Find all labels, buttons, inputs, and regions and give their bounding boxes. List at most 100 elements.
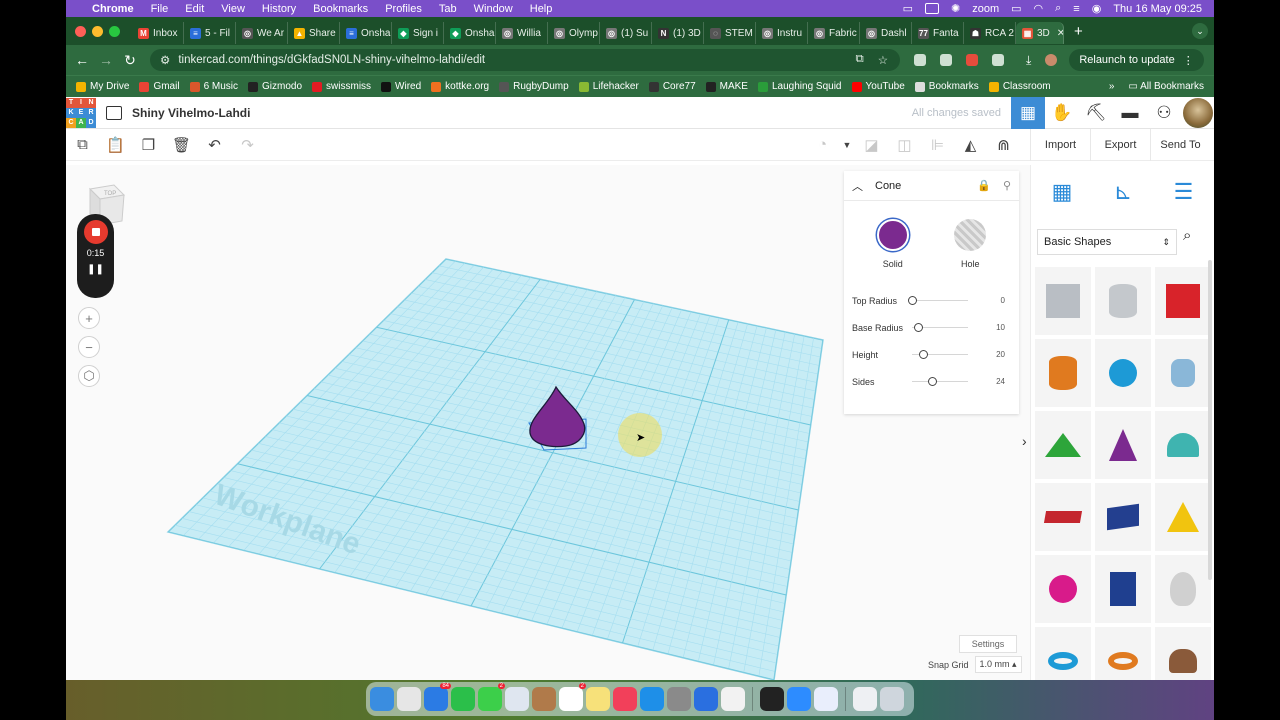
shape-box[interactable] [1155, 267, 1211, 335]
send-to-button[interactable]: Send To [1150, 128, 1210, 161]
bookmark-item[interactable]: My Drive [76, 81, 129, 92]
zoom-status[interactable]: zoom [972, 3, 999, 15]
light-icon[interactable]: ⚲ [1003, 179, 1011, 192]
menu-edit[interactable]: Edit [185, 3, 204, 15]
simlab-icon[interactable]: ▬ [1113, 97, 1147, 129]
window-icon[interactable] [924, 3, 939, 14]
shape-half-sphere[interactable] [1035, 555, 1091, 623]
tab-8[interactable]: ◎ Olymp [548, 22, 600, 44]
notes-icon[interactable]: ☰ [1174, 179, 1194, 205]
hole-option[interactable]: Hole [954, 219, 987, 269]
bookmark-item[interactable]: Classroom [988, 81, 1051, 92]
param-value[interactable]: 10 [996, 323, 1005, 332]
menu-file[interactable]: File [151, 3, 169, 15]
shape-heart[interactable] [1155, 627, 1211, 680]
bookmark-item[interactable]: swissmiss [312, 81, 371, 92]
menu-bookmarks[interactable]: Bookmarks [313, 3, 368, 15]
shape-scribble[interactable] [1155, 339, 1211, 407]
tab-6[interactable]: ◆ Onsha [444, 22, 496, 44]
param-value[interactable]: 20 [996, 350, 1005, 359]
tab-9[interactable]: ◎ (1) Su [600, 22, 652, 44]
zoom-in-button[interactable]: + [78, 307, 100, 329]
menu-view[interactable]: View [221, 3, 245, 15]
slider-knob[interactable] [927, 377, 937, 386]
finder-icon[interactable] [370, 687, 394, 711]
copy-icon[interactable]: ⧉ [66, 129, 99, 161]
menu-window[interactable]: Window [474, 3, 513, 15]
clock[interactable]: Thu 16 May 09:25 [1113, 3, 1202, 15]
site-info-icon[interactable]: ⚙ [160, 53, 170, 67]
trash-icon[interactable] [880, 687, 904, 711]
duplicate-icon[interactable]: ❐ [132, 129, 165, 161]
calendar-icon[interactable]: 2 [559, 683, 586, 711]
solid-option[interactable]: Solid [876, 219, 909, 269]
shape-pyramid[interactable] [1155, 483, 1211, 551]
shape-wedge[interactable] [1095, 483, 1151, 551]
back-icon[interactable]: ← [70, 52, 94, 68]
relaunch-button[interactable]: Relaunch to update ⋮ [1069, 49, 1204, 71]
bookmark-item[interactable]: Bookmarks [914, 81, 979, 92]
shape-box-hole[interactable] [1035, 267, 1091, 335]
zoom-window-button[interactable] [109, 25, 120, 37]
stickies-icon[interactable] [586, 687, 610, 711]
stop-recording-button[interactable] [83, 220, 108, 244]
bookmark-item[interactable]: Gmail [139, 81, 180, 92]
perspective-icon[interactable]: ⬡ [78, 365, 100, 387]
shape-cylinder[interactable] [1035, 339, 1091, 407]
collapse-inspector-icon[interactable]: ︿ [852, 178, 863, 194]
collapse-panel-icon[interactable]: › [1022, 433, 1027, 449]
notes-app-icon[interactable] [532, 687, 556, 711]
shape-round-roof[interactable] [1155, 411, 1211, 479]
tab-3[interactable]: ▲ Share [288, 22, 340, 44]
chrome-icon[interactable] [721, 687, 745, 711]
param-slider[interactable] [912, 377, 968, 386]
menu-app-name[interactable]: Chrome [92, 3, 134, 15]
zoom-out-button[interactable]: − [78, 336, 100, 358]
brightness-icon[interactable]: ✺ [951, 2, 960, 15]
tab-16[interactable]: ☗ RCA 2 [964, 22, 1016, 44]
add-user-icon[interactable]: ⚇ [1147, 97, 1181, 129]
shapes-scrollbar[interactable] [1208, 260, 1212, 580]
bookmark-item[interactable]: 6 Music [189, 81, 238, 92]
solid-swatch[interactable] [876, 219, 909, 251]
wifi-icon[interactable]: ◠ [1034, 2, 1044, 15]
shape-polygon[interactable] [1095, 555, 1151, 623]
tab-13[interactable]: ◎ Fabric [808, 22, 860, 44]
pause-recording-button[interactable]: ❚❚ [77, 264, 114, 275]
tab-11[interactable]: ◌ STEM [704, 22, 756, 44]
more-menu-icon[interactable]: ⋮ [1183, 54, 1194, 67]
gear-icon[interactable] [814, 687, 838, 711]
shape-library-select[interactable]: Basic Shapes ⇕ [1037, 229, 1177, 255]
param-slider[interactable] [908, 296, 968, 305]
shape-text[interactable] [1035, 483, 1091, 551]
menu-tab[interactable]: Tab [439, 3, 457, 15]
3d-view-grid-icon[interactable]: ▦ [1011, 96, 1045, 129]
bookmark-item[interactable]: RugbyDump [499, 81, 569, 92]
hole-swatch[interactable] [954, 219, 987, 251]
param-value[interactable]: 24 [996, 377, 1005, 386]
undo-icon[interactable]: ↶ [198, 129, 231, 161]
reload-icon[interactable]: ↻ [118, 52, 142, 69]
search-icon[interactable]: ⌕ [1055, 2, 1061, 15]
bricks-icon[interactable]: ⛏ [1079, 97, 1113, 129]
group-icon[interactable]: ◪ [855, 129, 888, 161]
download-icon[interactable]: ⤓ [1026, 53, 1031, 68]
control-center-icon[interactable]: ≡ [1073, 3, 1079, 15]
extension-icon[interactable] [966, 54, 978, 66]
shape-cylinder-hole[interactable] [1095, 267, 1151, 335]
bookmark-item[interactable]: MAKE [705, 81, 748, 92]
shape-tube[interactable] [1095, 627, 1151, 680]
menu-profiles[interactable]: Profiles [385, 3, 422, 15]
screen-share-icon[interactable]: ▭ [903, 2, 913, 15]
shape-sphere[interactable] [1095, 339, 1151, 407]
address-bar[interactable]: ⚙ tinkercad.com/things/dGkfadSN0LN-shiny… [150, 49, 900, 71]
bookmark-item[interactable]: kottke.org [431, 81, 489, 92]
tab-10[interactable]: N (1) 3D [652, 22, 704, 44]
tab-search-icon[interactable]: ⌄ [1192, 23, 1208, 39]
bookmark-item[interactable]: Lifehacker [578, 81, 639, 92]
launchpad-icon[interactable] [397, 687, 421, 711]
align-icon[interactable]: ⊫ [921, 129, 954, 161]
tab-14[interactable]: ◎ Dashl [860, 22, 912, 44]
blocks-icon[interactable]: ✋ [1045, 97, 1079, 129]
shape-roof[interactable] [1035, 411, 1091, 479]
